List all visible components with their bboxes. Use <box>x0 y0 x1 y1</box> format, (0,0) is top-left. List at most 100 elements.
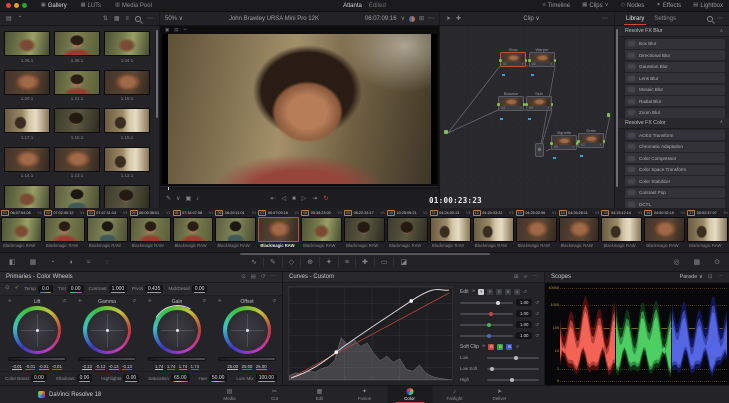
master-wheel-slider[interactable] <box>148 357 206 361</box>
compare-icon[interactable]: ▣ <box>185 196 191 202</box>
fx-section-header[interactable]: Resolve FX Color ∧ <box>617 117 729 129</box>
node-input-port[interactable] <box>550 142 553 145</box>
grid-view-icon[interactable]: ▦ <box>114 16 120 22</box>
wheels-options-icon[interactable]: ⋯ <box>271 274 277 280</box>
clip-camera-name[interactable]: John Brawley URSA Mini Pro 12K <box>187 16 361 22</box>
top-tab-gallery[interactable]: ▣ Gallery <box>34 0 74 11</box>
fx-item[interactable]: Mosaic Blur <box>625 84 725 95</box>
close-window-button[interactable] <box>6 3 11 8</box>
topbar-button-effects[interactable]: ✦ Effects <box>650 2 687 8</box>
fx-item[interactable]: DCTL <box>625 199 725 208</box>
curve-control-point[interactable] <box>409 299 414 303</box>
timeline-clip-03[interactable]: 03 07:47:11:13 V1 Blackmagic RAW <box>86 208 129 252</box>
curves-options-icon[interactable]: ⋯ <box>533 274 539 280</box>
param-value[interactable]: 1.000 <box>108 285 128 293</box>
page-tab-media[interactable]: ▤ Media <box>207 386 252 403</box>
channel-reset-icon[interactable]: ↺ <box>535 300 539 306</box>
gallery-still[interactable]: 1.10.1 <box>54 185 100 208</box>
node-input-port[interactable] <box>528 59 531 62</box>
slider-handle[interactable] <box>490 366 495 371</box>
grab-still-chevron-icon[interactable]: ∨ <box>176 196 180 202</box>
curves-graph[interactable] <box>288 286 453 381</box>
go-first-frame-button[interactable]: ⇤ <box>271 196 276 202</box>
soft-clip-slider[interactable] <box>487 377 539 382</box>
fx-item[interactable]: Gaussian Blur <box>625 61 725 72</box>
fx-item[interactable]: ACES Transform <box>625 130 725 140</box>
param-value[interactable]: 0.00 <box>191 285 208 293</box>
audio-mute-icon[interactable]: ♪ <box>196 196 199 202</box>
fx-item[interactable]: Lens Blur <box>625 73 725 83</box>
channel-gain-slider[interactable] <box>460 322 514 327</box>
gallery-still[interactable]: 1.15.1 <box>104 108 150 140</box>
node-graph-panel[interactable]: ⊕ Glow 01 ▪ Warper 02 ▪ Balance 04 ▪ Skin 03 ▪ Vigne… <box>440 26 615 208</box>
effects-options-icon[interactable]: ⋯ <box>717 16 723 22</box>
soft-clip-slider[interactable] <box>487 355 539 360</box>
timeline-clip-04[interactable]: 04 06:09:38:01 V1 Blackmagic RAW <box>129 208 172 252</box>
power-window-icon[interactable]: ◇ <box>288 259 295 266</box>
page-tab-deliver[interactable]: ➤ Deliver <box>477 386 522 403</box>
camera-raw-icon[interactable]: ◧ <box>8 259 17 266</box>
topbar-button-clips[interactable]: ▦ Clips ∨ <box>576 2 615 8</box>
auto-balance-icon[interactable]: ⊙ <box>5 286 10 292</box>
channel-chip-a[interactable]: A <box>514 288 521 295</box>
topbar-button-timeline[interactable]: ≡ Timeline <box>536 2 576 8</box>
picker-icon[interactable]: ✓ <box>15 286 20 292</box>
node-input-port[interactable] <box>497 103 500 106</box>
node-balance[interactable]: Balance 04 ▪ <box>497 91 525 120</box>
still-list-icon[interactable]: ▤ <box>6 16 12 22</box>
wheel-center-dot[interactable] <box>105 328 109 332</box>
node-output-port[interactable] <box>602 140 605 143</box>
topbar-button-lightbox[interactable]: ▤ Lightbox <box>687 2 729 8</box>
curves-link-icon[interactable]: ∞ <box>524 274 528 280</box>
channel-chip-r[interactable]: R <box>487 288 494 295</box>
wheel-reset-icon[interactable]: ↺ <box>202 299 206 304</box>
param-value[interactable]: 0.435 <box>144 285 164 293</box>
gallery-still[interactable]: 1.25.1 <box>54 31 100 63</box>
timeline-clip-09[interactable]: 09 06:22:33:17 V1 Blackmagic RAW <box>343 208 386 252</box>
wheel-reset-icon[interactable]: ↺ <box>272 299 276 304</box>
node-output-port[interactable] <box>550 103 553 106</box>
timeline-clip-13[interactable]: 13 04:25:02:06 V1 Blackmagic RAW <box>515 208 558 252</box>
gallery-still[interactable]: 1.16.1 <box>54 108 100 140</box>
wipe-mode-icon[interactable] <box>408 15 415 22</box>
page-tab-cut[interactable]: ✂ Cut <box>252 386 297 403</box>
list-view-icon[interactable]: ≡ <box>125 16 129 22</box>
param-value[interactable]: 100.00 <box>255 374 277 382</box>
timeline-clip-07[interactable]: 07 06:07:09:16 V1 Blackmagic RAW <box>257 208 300 252</box>
effects-search-icon[interactable] <box>707 15 713 22</box>
node-vignette[interactable]: Vignette 05 ▪ <box>550 130 578 159</box>
curves-icon[interactable]: ∿ <box>250 259 258 266</box>
channel-gain-value[interactable]: 1.00 <box>516 332 533 339</box>
curves-grid-icon[interactable]: ⊞ <box>514 274 519 280</box>
slider-handle[interactable] <box>487 322 492 327</box>
wheels-view-icon[interactable]: ▤ <box>251 274 256 280</box>
fx-item[interactable]: Chromatic Adaptation <box>625 141 725 152</box>
link-channels-icon[interactable]: ∞ <box>472 289 476 294</box>
sizing-icon[interactable]: ▭ <box>380 259 389 266</box>
curve-control-point[interactable] <box>334 350 339 354</box>
channel-gain-slider[interactable] <box>460 333 514 338</box>
topbar-button-nodes[interactable]: ◇ Nodes <box>615 2 651 8</box>
gallery-still[interactable]: 1.9.1 <box>104 185 150 208</box>
page-tab-edit[interactable]: ▦ Edit <box>297 386 342 403</box>
color-match-icon[interactable]: ▦ <box>29 259 38 266</box>
master-wheel-slider[interactable] <box>8 357 66 361</box>
gallery-scrollbar[interactable] <box>156 30 158 118</box>
timeline-clip-05[interactable]: 05 07:34:07:08 V1 Blackmagic RAW <box>172 208 215 252</box>
export-still-icon[interactable]: ⌃ <box>18 16 23 22</box>
channel-gain-value[interactable]: 1.00 <box>516 299 533 306</box>
gallery-still[interactable]: 1.20.1 <box>4 69 50 101</box>
scope-options-icon[interactable]: ⋯ <box>718 274 724 280</box>
soft-clip-slider[interactable] <box>487 366 539 371</box>
magic-mask-icon[interactable]: ✦ <box>325 259 333 266</box>
gallery-still[interactable]: 1.14.1 <box>4 146 50 178</box>
page-tab-fusion[interactable]: ✦ Fusion <box>342 386 387 403</box>
wheel-lift-control[interactable] <box>13 306 61 354</box>
channel-reset-icon[interactable]: ↺ <box>535 322 539 328</box>
node-glow[interactable]: Glow 01 ▪ <box>499 47 527 76</box>
grab-still-icon[interactable]: ✎ <box>166 196 171 202</box>
channel-gain-slider[interactable] <box>460 300 514 305</box>
viewer-options-icon[interactable]: ⋯ <box>428 16 434 22</box>
timecode-chevron-icon[interactable]: ∨ <box>401 16 405 22</box>
node-input-port[interactable] <box>577 140 580 143</box>
